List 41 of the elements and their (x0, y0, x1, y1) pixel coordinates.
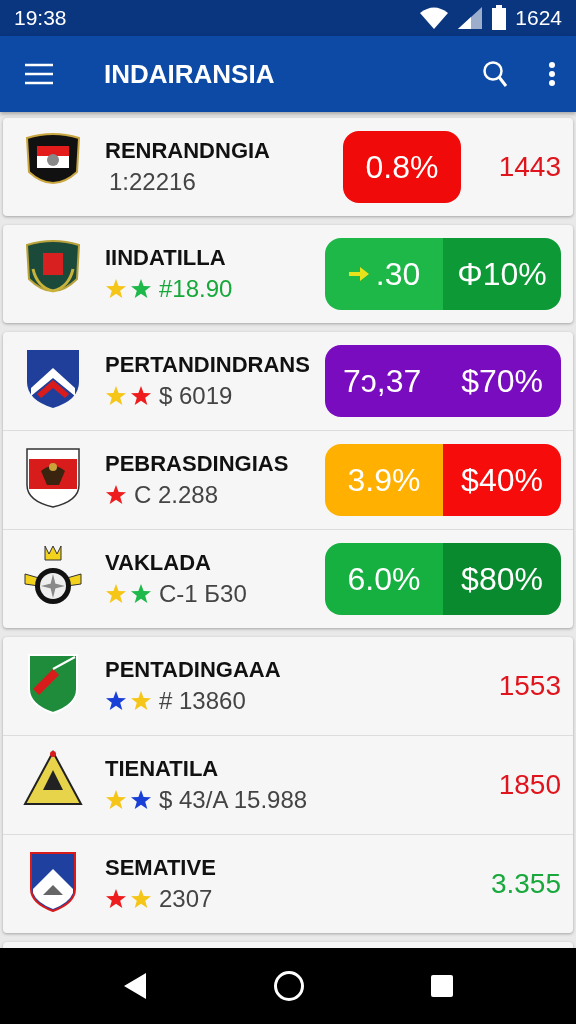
item-name: TIENATILA (105, 756, 220, 782)
more-icon[interactable] (548, 61, 556, 87)
badge-value: 3.9% (347, 461, 421, 499)
item-name: SEMATIVE (105, 855, 217, 881)
battery-level: 1624 (515, 6, 562, 30)
battery-icon (491, 5, 508, 31)
badge-value: 6.0% (347, 560, 421, 598)
app-title: INDAIRANSIA (104, 58, 276, 90)
badge-value: .30 (375, 255, 421, 293)
clock: 19:38 (14, 6, 67, 30)
item-detail: C 2.288 (134, 481, 219, 509)
item-detail: # 13860 (159, 687, 246, 715)
signal-icon (457, 6, 484, 30)
recents-icon[interactable] (429, 974, 454, 998)
badge-value: 7ɔ,37 (343, 362, 422, 400)
item-detail: 2307 (159, 885, 213, 913)
badge-value: $40% (461, 461, 543, 499)
item-name: PERTANDINDRANS (105, 352, 311, 378)
item-name: IINDATILLA (105, 245, 227, 271)
item-detail: $ 6019 (159, 382, 233, 410)
item-value: 3.355 (489, 868, 561, 900)
item-name: VAKLADA (105, 550, 212, 576)
badge-value: $70% (461, 362, 543, 400)
item-detail: 1:22216 (109, 168, 196, 196)
item-detail: #18.90 (159, 275, 233, 303)
search-icon[interactable] (482, 60, 508, 88)
item-value: 1443 (497, 151, 561, 183)
item-detail: $ 43/A 15.988 (159, 786, 308, 814)
menu-icon[interactable] (24, 63, 54, 85)
home-icon[interactable] (273, 970, 305, 1002)
item-value: 1553 (497, 670, 561, 702)
badge-value: $80% (461, 560, 543, 598)
item-name: PEBRASDINGIAS (105, 451, 290, 477)
item-value: 1850 (497, 769, 561, 801)
item-detail: C-1 Б30 (159, 580, 247, 608)
back-icon[interactable] (122, 971, 149, 1001)
item-name: RENRANDNGIA (105, 138, 271, 164)
item-name: PENTADINGAAA (105, 657, 282, 683)
wifi-icon (419, 6, 450, 30)
badge-value: 0.8% (365, 148, 439, 186)
badge-value: Φ10% (457, 255, 547, 293)
